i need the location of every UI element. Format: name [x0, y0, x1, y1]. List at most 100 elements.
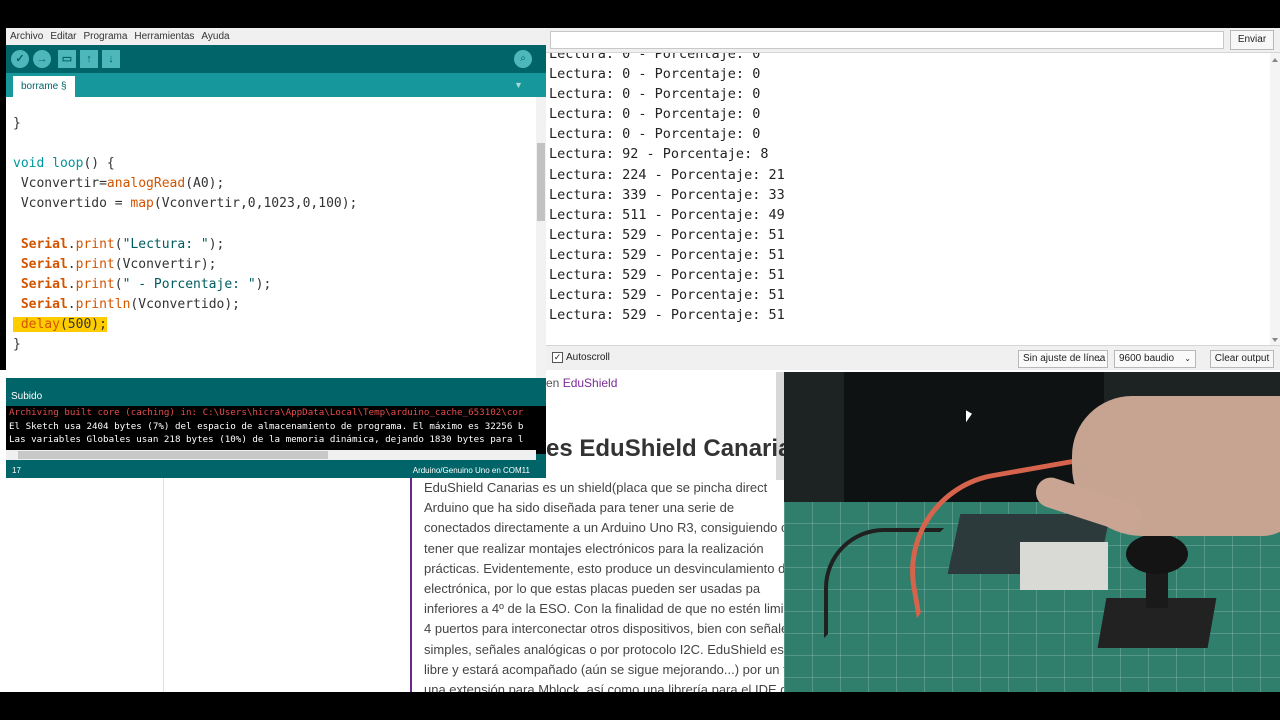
chevron-down-icon: ⌄	[1184, 354, 1191, 363]
serial-line: Lectura: 529 - Porcentaje: 51	[549, 226, 785, 243]
breadcrumb-link[interactable]: EduShield	[563, 376, 618, 390]
code-line: Serial.println(Vconvertido);	[20, 296, 240, 312]
board-port: Arduino/Genuino Uno en COM11	[412, 466, 530, 475]
webpage-accent-line	[410, 478, 412, 692]
ide-status-bar: 17 Arduino/Genuino Uno en COM11	[6, 464, 546, 478]
serial-bottom-bar: ✓ Autoscroll Sin ajuste de línea ⌄ 9600 …	[546, 348, 1280, 370]
article-line: libre y estará acompañado (aún se sigue …	[424, 661, 784, 677]
code-line: Vconvertido = map(Vconvertir,0,1023,0,10…	[20, 196, 358, 212]
code-line: }	[13, 337, 21, 353]
arrow-up-icon[interactable]: ↑	[80, 50, 98, 68]
line-ending-select[interactable]: Sin ajuste de línea ⌄	[1018, 350, 1108, 368]
line-number: 17	[12, 466, 21, 475]
menu-archivo[interactable]: Archivo	[10, 31, 43, 42]
article-line: una extensión para Mblock, así como una …	[424, 682, 784, 692]
breadcrumb-prefix: en	[546, 376, 563, 390]
baud-rate-value: 9600 baudio	[1119, 353, 1175, 364]
editor-scroll-thumb[interactable]	[537, 143, 545, 221]
serial-line: Lectura: 529 - Porcentaje: 51	[549, 246, 785, 263]
webpage-title: es EduShield Canarias	[546, 435, 805, 462]
menu-herramientas[interactable]: Herramientas	[134, 31, 194, 42]
magnifier-icon[interactable]: ⌕	[514, 50, 532, 68]
serial-send-input[interactable]	[550, 31, 1224, 49]
article-line: 4 puertos para interconectar otros dispo…	[424, 621, 784, 637]
chevron-down-icon: ⌄	[1096, 354, 1103, 363]
tab-borrame[interactable]: borrame §	[13, 76, 75, 97]
serial-line: Lectura: 92 - Porcentaje: 8	[549, 146, 769, 163]
send-button[interactable]: Enviar	[1230, 30, 1274, 50]
code-editor[interactable]: } void loop() { Vconvertir=analogRead(A0…	[6, 97, 546, 378]
console-line: Archiving built core (caching) in: C:\Us…	[9, 407, 524, 418]
webpage-side-panel	[776, 372, 784, 480]
baud-rate-select[interactable]: 9600 baudio ⌄	[1114, 350, 1196, 368]
menu-editar[interactable]: Editar	[50, 31, 76, 42]
console-line: El Sketch usa 2404 bytes (7%) del espaci…	[9, 420, 524, 432]
line-ending-value: Sin ajuste de línea	[1023, 353, 1106, 364]
scroll-down-icon[interactable]	[1272, 338, 1278, 342]
serial-line: Lectura: 511 - Porcentaje: 49	[549, 206, 785, 223]
code-lines: } void loop() { Vconvertir=analogRead(A0…	[13, 97, 357, 355]
serial-monitor-window: Enviar Lectura: 0 - Porcentaje: 0 Lectur…	[546, 28, 1280, 370]
code-line: Vconvertir=analogRead(A0);	[20, 176, 225, 192]
console-scroll-thumb[interactable]	[18, 451, 328, 459]
scroll-up-icon[interactable]	[1272, 58, 1278, 62]
webpage-article: EduShield Canarias es un shield(placa qu…	[424, 478, 784, 692]
console-status: Subido	[11, 391, 43, 402]
serial-line: Lectura: 529 - Porcentaje: 51	[549, 287, 785, 304]
clear-output-button[interactable]: Clear output	[1210, 350, 1274, 368]
serial-line: Lectura: 529 - Porcentaje: 51	[549, 267, 785, 284]
autoscroll-toggle[interactable]: ✓ Autoscroll	[552, 352, 610, 363]
article-line: Arduino que ha sido diseñada para tener …	[424, 500, 735, 516]
breadboard	[1020, 542, 1108, 590]
arrow-right-icon[interactable]: →	[33, 50, 51, 68]
code-line: void loop() {	[13, 156, 115, 172]
code-line: Serial.print("Lectura: ");	[20, 236, 225, 252]
console-output: Archiving built core (caching) in: C:\Us…	[6, 406, 546, 454]
arduino-ide-window: Archivo Editar Programa Herramientas Ayu…	[6, 28, 546, 478]
serial-line: Lectura: 339 - Porcentaje: 33	[549, 186, 785, 203]
serial-line: Lectura: 0 - Porcentaje: 0	[549, 106, 761, 123]
serial-line: Lectura: 224 - Porcentaje: 21	[549, 166, 785, 183]
autoscroll-label: Autoscroll	[566, 352, 610, 363]
code-line-highlighted: delay(500);	[13, 315, 357, 335]
menu-ayuda[interactable]: Ayuda	[201, 31, 229, 42]
video-overlay	[784, 372, 1280, 692]
tab-menu-icon[interactable]: ▼	[514, 80, 523, 90]
serial-lines: Lectura: 0 - Porcentaje: 0 Lectura: 0 - …	[549, 52, 785, 325]
editor-scrollbar[interactable]	[536, 97, 546, 378]
joystick-stem	[1146, 568, 1168, 608]
article-line: tener que realizar montajes electrónicos…	[424, 540, 764, 556]
serial-line: Lectura: 0 - Porcentaje: 0	[549, 66, 761, 83]
menu-programa[interactable]: Programa	[83, 31, 127, 42]
article-line: conectados directamente a un Arduino Uno…	[424, 520, 784, 536]
article-line: prácticas. Evidentemente, esto produce u…	[424, 560, 784, 576]
webpage-breadcrumb: en EduShield	[546, 376, 617, 390]
serial-line: Lectura: 529 - Porcentaje: 51	[549, 307, 785, 324]
article-line: inferiores a 4º de la ESO. Con la finali…	[424, 601, 784, 617]
code-line: Serial.print(" - Porcentaje: ");	[20, 276, 272, 292]
file-icon[interactable]: ▭	[58, 50, 76, 68]
autoscroll-checkbox[interactable]: ✓	[552, 352, 563, 363]
console-line: Las variables Globales usan 218 bytes (1…	[9, 434, 524, 445]
serial-line: Lectura: 0 - Porcentaje: 0	[549, 126, 761, 143]
serial-scrollbar[interactable]	[1270, 53, 1280, 345]
arrow-down-icon[interactable]: ↓	[102, 50, 120, 68]
serial-line: Lectura: 0 - Porcentaje: 0	[549, 86, 761, 103]
article-line: simples, señales analógicas o por protoc…	[424, 641, 784, 657]
webpage-divider	[163, 478, 164, 692]
code-line: Serial.print(Vconvertir);	[20, 256, 217, 272]
ide-toolbar: ✓ → ▭ ↑ ↓ ⌕	[6, 45, 546, 73]
serial-line: Lectura: 0 - Porcentaje: 0	[549, 52, 761, 62]
console-header: Subido	[6, 378, 546, 406]
check-icon[interactable]: ✓	[11, 50, 29, 68]
sketch-tabs: borrame § ▼	[6, 73, 546, 97]
menu-bar: Archivo Editar Programa Herramientas Ayu…	[6, 28, 546, 45]
console-hscrollbar[interactable]	[6, 450, 536, 460]
article-line: electrónica, por lo que estas placas pue…	[424, 581, 761, 597]
serial-output: Lectura: 0 - Porcentaje: 0 Lectura: 0 - …	[546, 52, 1280, 346]
article-line: EduShield Canarias es un shield(placa qu…	[424, 480, 768, 495]
code-line: }	[13, 116, 21, 132]
